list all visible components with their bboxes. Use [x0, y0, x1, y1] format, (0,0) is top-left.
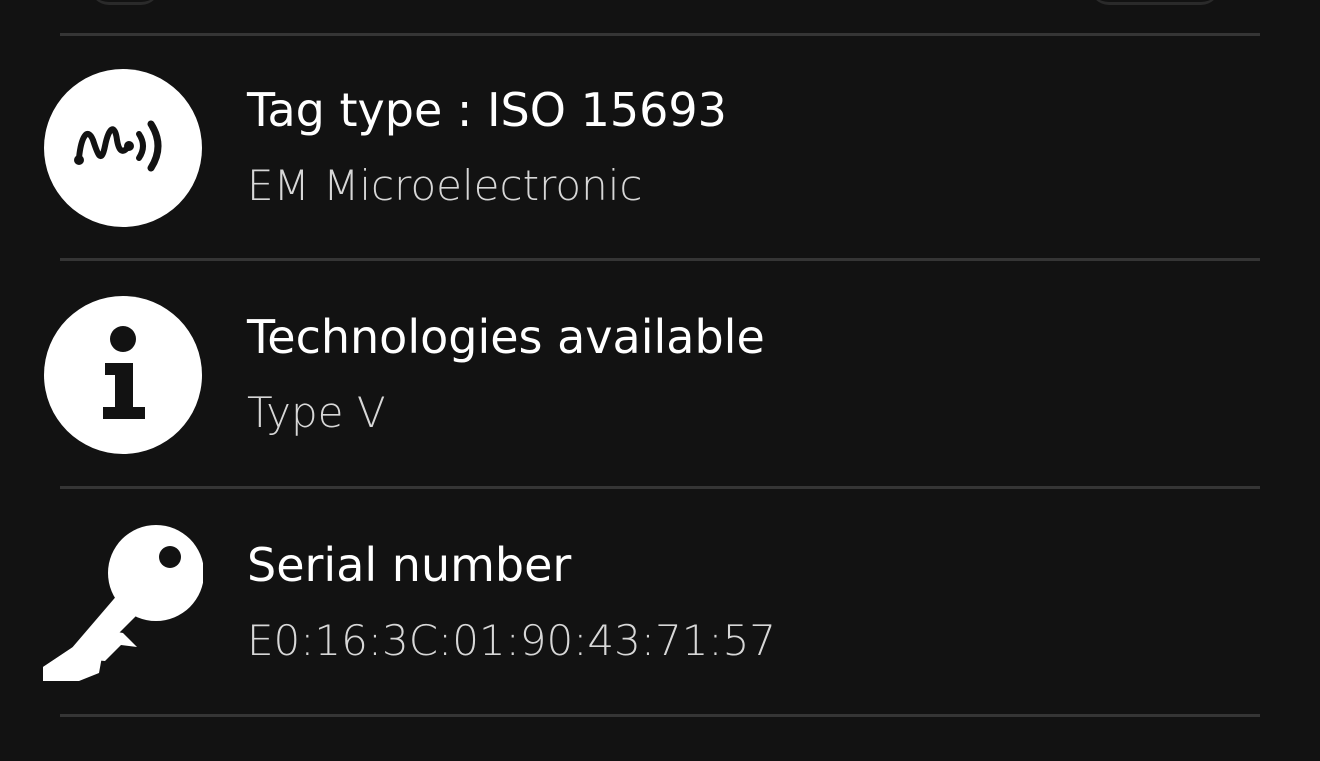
- info-icon: [43, 295, 203, 455]
- top-partial-element-left: [90, 0, 160, 5]
- list-item-serial-number[interactable]: Serial number E0:16:3C:01:90:43:71:57: [0, 489, 1320, 711]
- list-item-technologies[interactable]: Technologies available Type V: [0, 261, 1320, 483]
- divider: [60, 714, 1260, 717]
- tag-info-screen: Tag type : ISO 15693 EM Microelectronic …: [0, 0, 1320, 761]
- row-subtitle: E0:16:3C:01:90:43:71:57: [247, 616, 777, 665]
- nfc-signal-icon: [43, 68, 203, 228]
- row-title: Tag type : ISO 15693: [247, 83, 727, 137]
- row-title: Serial number: [247, 538, 572, 592]
- row-title: Technologies available: [247, 310, 765, 364]
- row-subtitle: EM Microelectronic: [247, 161, 643, 210]
- key-icon: [43, 523, 203, 683]
- row-subtitle: Type V: [247, 388, 386, 437]
- list-item-tag-type[interactable]: Tag type : ISO 15693 EM Microelectronic: [0, 36, 1320, 258]
- top-partial-element-right: [1090, 0, 1220, 5]
